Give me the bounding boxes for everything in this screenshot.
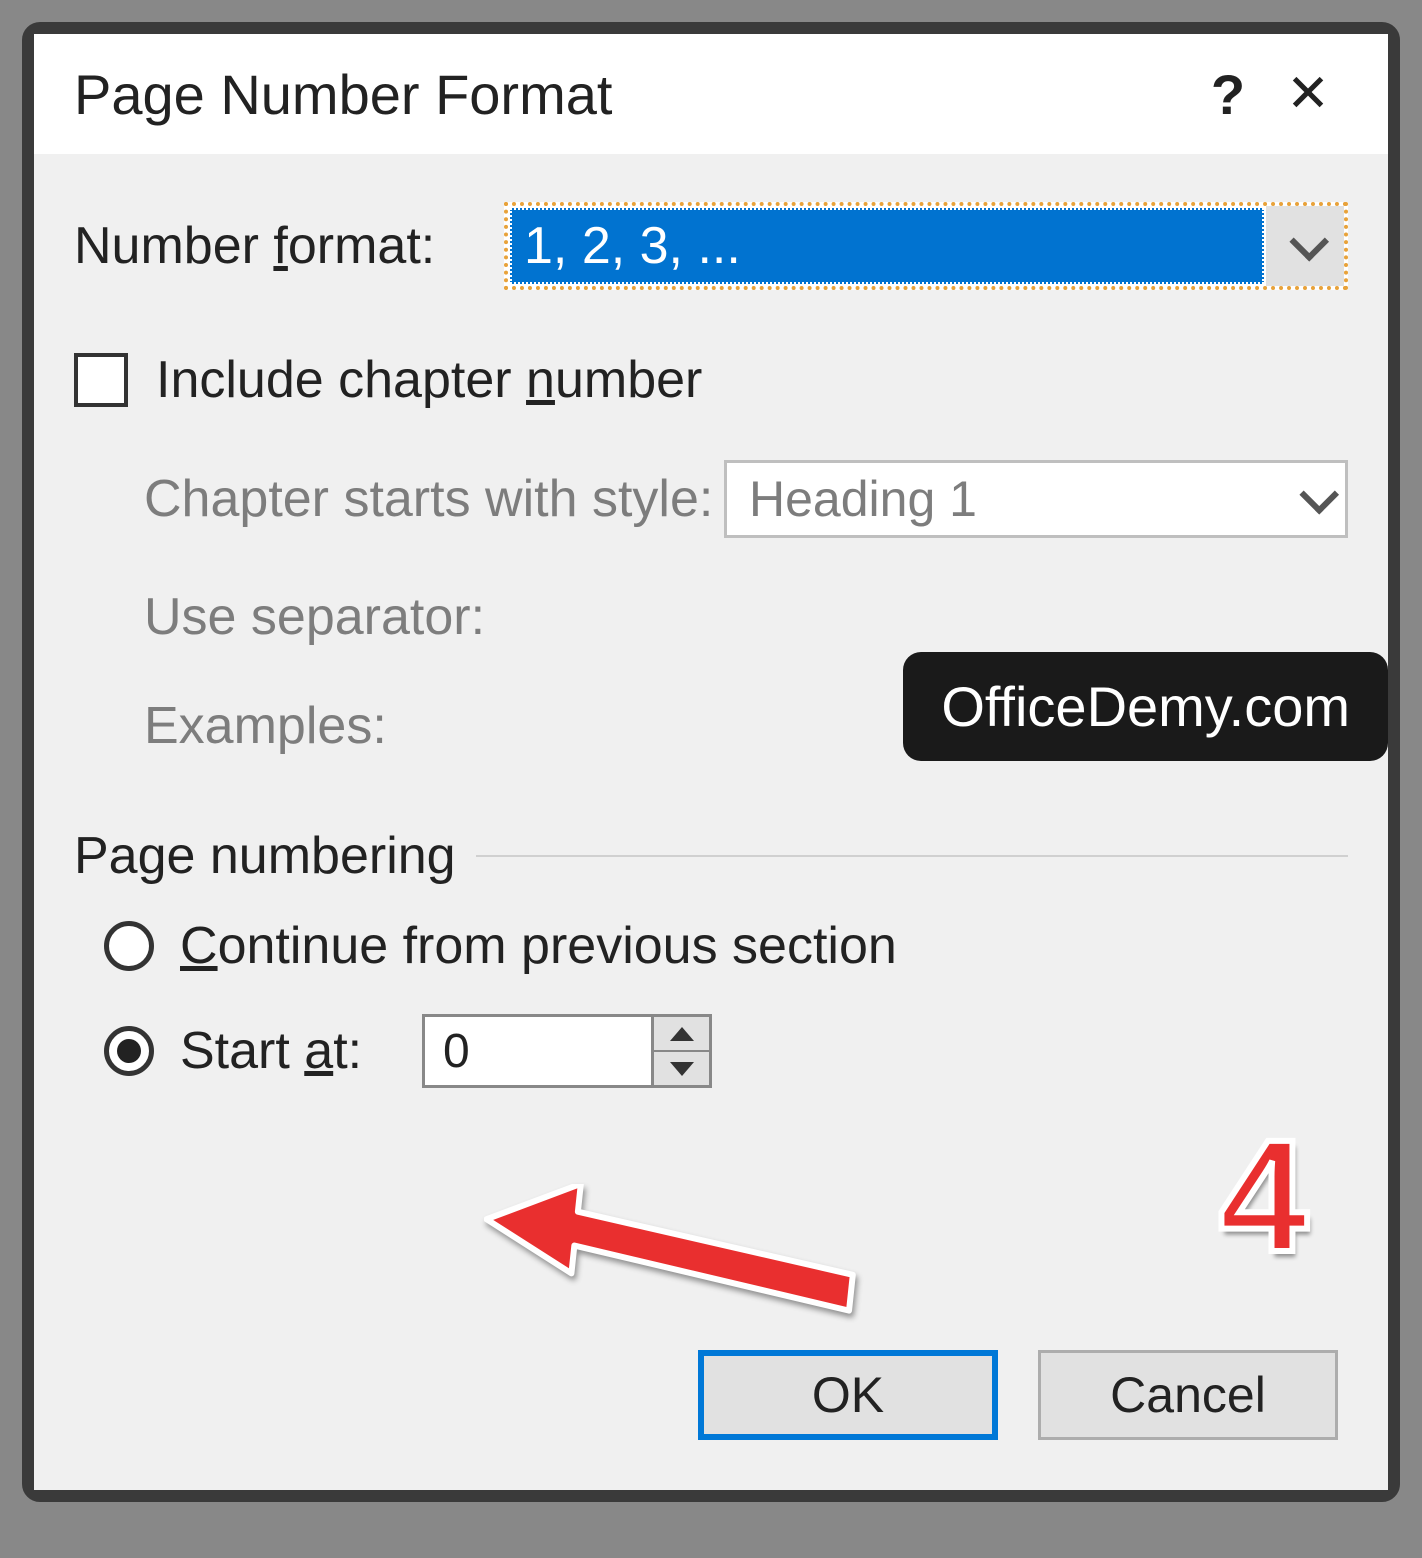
include-chapter-checkbox[interactable] bbox=[74, 353, 128, 407]
continue-radio-row: Continue from previous section bbox=[104, 916, 1348, 976]
chevron-down-icon bbox=[1299, 475, 1339, 515]
start-at-radio[interactable] bbox=[104, 1026, 154, 1076]
spinner-up-button[interactable] bbox=[654, 1017, 709, 1050]
examples-label: Examples: bbox=[144, 696, 724, 756]
cancel-button[interactable]: Cancel bbox=[1038, 1350, 1338, 1440]
chapter-style-label: Chapter starts with style: bbox=[144, 469, 724, 529]
number-format-dropdown-arrow[interactable] bbox=[1266, 206, 1344, 286]
annotation-arrow bbox=[484, 1184, 864, 1329]
chapter-style-arrow[interactable] bbox=[1285, 485, 1345, 513]
chapter-style-dropdown[interactable]: Heading 1 bbox=[724, 460, 1348, 538]
triangle-up-icon bbox=[670, 1027, 694, 1041]
spinner-down-button[interactable] bbox=[654, 1050, 709, 1085]
separator-row: Use separator: bbox=[144, 578, 1348, 656]
number-format-selected: 1, 2, 3, ... bbox=[510, 208, 1264, 284]
spinner-buttons bbox=[651, 1017, 709, 1085]
chevron-down-icon bbox=[1289, 222, 1329, 262]
include-chapter-label: Include chapter number bbox=[156, 350, 702, 410]
start-at-spinner[interactable]: 0 bbox=[422, 1014, 712, 1088]
page-numbering-title: Page numbering bbox=[74, 826, 456, 886]
triangle-down-icon bbox=[670, 1062, 694, 1076]
watermark-overlay: OfficeDemy.com bbox=[903, 652, 1388, 761]
separator-label: Use separator: bbox=[144, 587, 724, 647]
annotation-step-number: 4 bbox=[1219, 1104, 1308, 1288]
page-numbering-header: Page numbering bbox=[74, 826, 1348, 886]
help-button[interactable]: ? bbox=[1188, 62, 1268, 127]
dialog-title: Page Number Format bbox=[74, 62, 1188, 127]
include-chapter-row: Include chapter number bbox=[74, 350, 1348, 410]
start-at-label: Start at: bbox=[180, 1021, 380, 1081]
start-at-value[interactable]: 0 bbox=[425, 1017, 651, 1085]
dialog-buttons: OK Cancel bbox=[34, 1310, 1388, 1490]
close-button[interactable]: ✕ bbox=[1268, 64, 1348, 124]
number-format-label: Number format: bbox=[74, 216, 504, 276]
number-format-row: Number format: 1, 2, 3, ... bbox=[74, 202, 1348, 290]
dialog-content: Number format: 1, 2, 3, ... Include chap… bbox=[34, 154, 1388, 1310]
page-number-format-dialog: Page Number Format ? ✕ Number format: 1,… bbox=[34, 34, 1388, 1490]
chapter-style-value: Heading 1 bbox=[727, 470, 1285, 528]
start-at-radio-row: Start at: 0 bbox=[104, 1014, 1348, 1088]
section-divider bbox=[476, 855, 1348, 857]
continue-label: Continue from previous section bbox=[180, 916, 897, 976]
ok-button[interactable]: OK bbox=[698, 1350, 998, 1440]
chapter-style-row: Chapter starts with style: Heading 1 bbox=[144, 460, 1348, 538]
number-format-dropdown[interactable]: 1, 2, 3, ... bbox=[504, 202, 1348, 290]
radio-dot-icon bbox=[117, 1039, 141, 1063]
titlebar: Page Number Format ? ✕ bbox=[34, 34, 1388, 154]
continue-radio[interactable] bbox=[104, 921, 154, 971]
